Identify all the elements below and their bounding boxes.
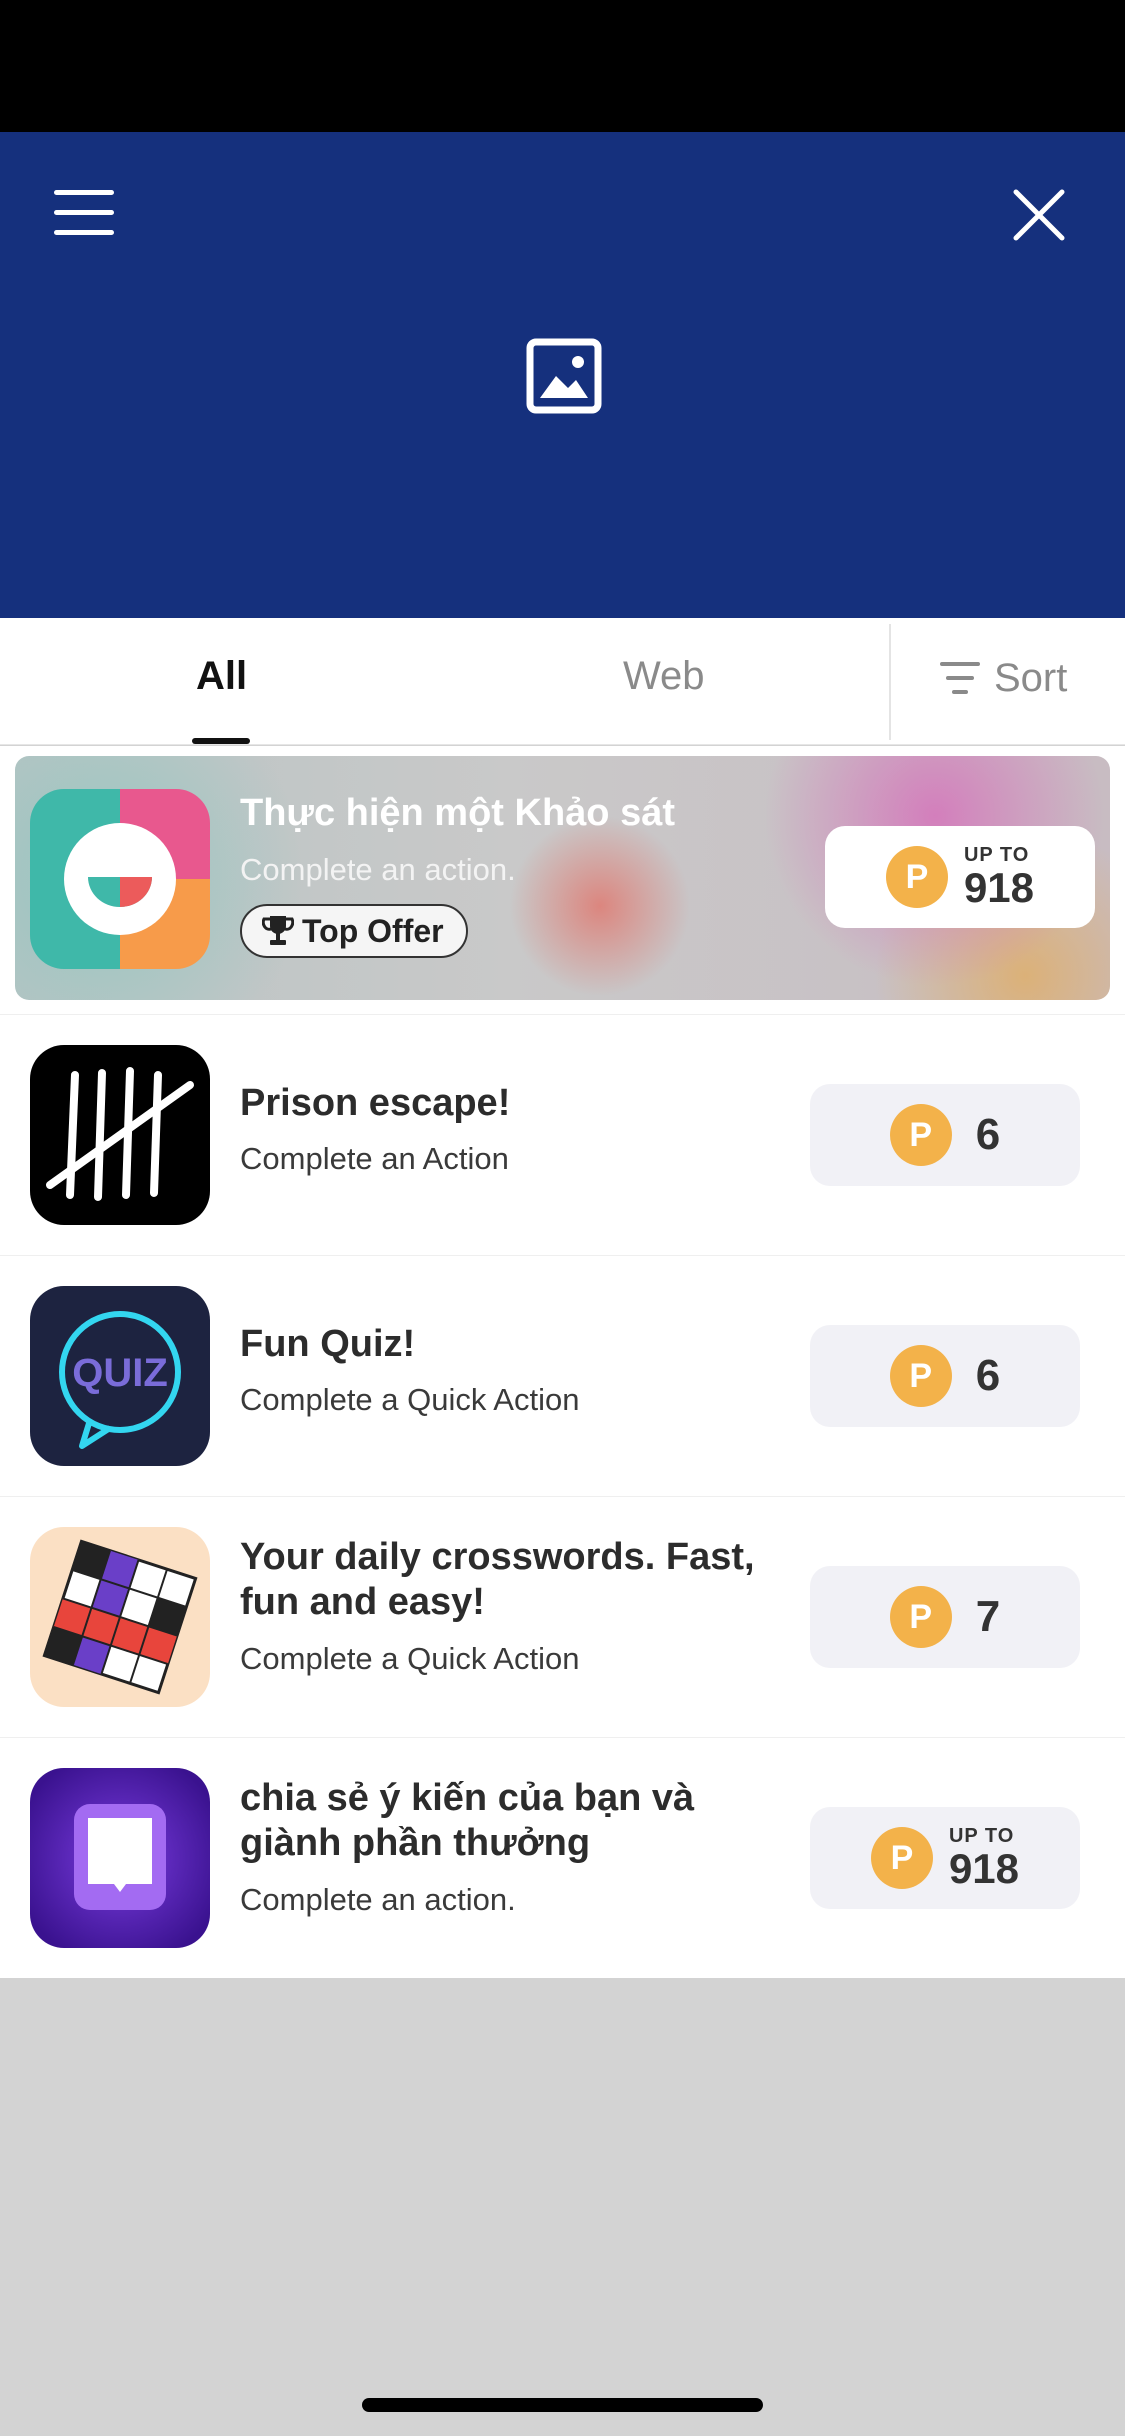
- survey-app-icon: [30, 789, 210, 969]
- reward-amount: 7: [975, 1592, 1001, 1641]
- offer-row[interactable]: Prison escape! Complete an Action P 6: [0, 1014, 1125, 1255]
- crossword-app-icon: [30, 1527, 210, 1707]
- offer-subtitle: Complete an action.: [240, 1882, 516, 1917]
- reward-prefix: UP TO: [963, 844, 1030, 866]
- quiz-icon-text: QUIZ: [72, 1351, 168, 1395]
- reward-prefix: UP TO: [948, 1825, 1015, 1847]
- coin-icon: P: [870, 1827, 933, 1889]
- reward-button[interactable]: P UP TO 918: [810, 1807, 1080, 1909]
- top-offer-label: Top Offer: [302, 912, 444, 949]
- offer-row[interactable]: QUIZ Fun Quiz! Complete a Quick Action P…: [0, 1255, 1125, 1496]
- tabs-divider: [889, 624, 891, 740]
- featured-reward-button[interactable]: P UP TO 918: [825, 826, 1095, 928]
- offer-list: Thực hiện một Khảo sát Complete an actio…: [0, 746, 1125, 1978]
- reward-button[interactable]: P 6: [810, 1325, 1080, 1427]
- filter-tabs: All Web Sort: [0, 618, 1125, 745]
- prison-escape-app-icon: [30, 1045, 210, 1225]
- sort-icon: [940, 662, 980, 694]
- hamburger-menu-icon[interactable]: [54, 190, 114, 238]
- trophy-icon: [262, 916, 294, 945]
- coin-icon: P: [889, 1345, 952, 1407]
- reward-amount: 6: [975, 1351, 1001, 1400]
- image-placeholder-icon: [526, 338, 602, 414]
- offer-subtitle: Complete a Quick Action: [240, 1641, 580, 1676]
- sort-button[interactable]: Sort: [940, 654, 1067, 702]
- coin-icon: P: [889, 1586, 952, 1648]
- opinion-survey-app-icon: [30, 1768, 210, 1948]
- offer-title: Your daily crosswords. Fast, fun and eas…: [240, 1536, 755, 1623]
- offer-title: chia sẻ ý kiến của bạn và giành phần thư…: [240, 1777, 695, 1864]
- reward-button[interactable]: P 6: [810, 1084, 1080, 1186]
- quiz-app-icon: QUIZ: [30, 1286, 210, 1466]
- tab-web[interactable]: Web: [623, 654, 705, 699]
- top-offer-badge: Top Offer: [240, 904, 468, 958]
- reward-amount: 6: [975, 1110, 1001, 1159]
- sort-label: Sort: [994, 655, 1068, 700]
- coin-icon: P: [885, 846, 948, 908]
- featured-offer-title: Thực hiện một Khảo sát: [240, 792, 675, 834]
- tab-all[interactable]: All: [196, 654, 247, 699]
- offer-subtitle: Complete an Action: [240, 1141, 509, 1176]
- featured-offer-subtitle: Complete an action.: [240, 852, 516, 887]
- featured-offer-card[interactable]: Thực hiện một Khảo sát Complete an actio…: [15, 756, 1110, 1000]
- home-indicator: [362, 2398, 763, 2412]
- close-icon[interactable]: [1012, 188, 1066, 242]
- offer-subtitle: Complete a Quick Action: [240, 1382, 580, 1417]
- offer-row[interactable]: Your daily crosswords. Fast, fun and eas…: [0, 1496, 1125, 1737]
- offer-row[interactable]: chia sẻ ý kiến của bạn và giành phần thư…: [0, 1737, 1125, 1978]
- offer-title: Prison escape!: [240, 1082, 511, 1124]
- status-bar: [0, 0, 1125, 132]
- reward-amount: 918: [963, 864, 1035, 911]
- reward-button[interactable]: P 7: [810, 1566, 1080, 1668]
- coin-icon: P: [889, 1104, 952, 1166]
- reward-amount: 918: [948, 1845, 1020, 1892]
- tab-selected-indicator: [192, 738, 250, 744]
- offer-title: Fun Quiz!: [240, 1323, 416, 1365]
